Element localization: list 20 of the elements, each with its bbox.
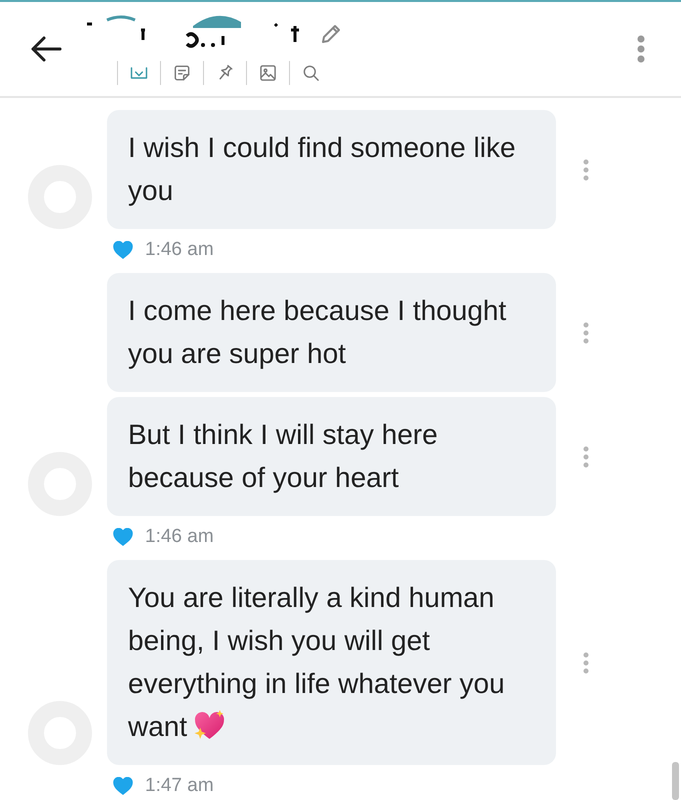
heart-icon[interactable] xyxy=(113,241,133,259)
message-time: 1:47 am xyxy=(145,775,214,797)
search-icon[interactable] xyxy=(301,62,321,82)
more-options-icon[interactable] xyxy=(583,158,589,180)
scrollbar-thumb[interactable] xyxy=(672,762,679,800)
more-options-icon[interactable] xyxy=(583,322,589,344)
heart-icon[interactable] xyxy=(113,528,133,546)
message-text: You are literally a kind human being, I wish you will get everything in life whatever you want xyxy=(128,582,505,742)
message-text: But I think I will stay here because of your heart xyxy=(128,419,438,493)
message-text: I wish I could find someone like you xyxy=(128,132,516,206)
heart-icon[interactable] xyxy=(113,777,133,795)
message-text: I come here because I thought you are super hot xyxy=(128,295,506,369)
image-icon[interactable] xyxy=(258,62,278,82)
note-icon[interactable] xyxy=(172,62,192,82)
more-options-icon[interactable] xyxy=(637,35,645,63)
message-time: 1:46 am xyxy=(145,526,214,548)
more-options-icon[interactable] xyxy=(583,446,589,468)
more-options-icon[interactable] xyxy=(583,652,589,674)
back-arrow-icon[interactable] xyxy=(30,35,62,63)
message-time: 1:46 am xyxy=(145,239,214,261)
